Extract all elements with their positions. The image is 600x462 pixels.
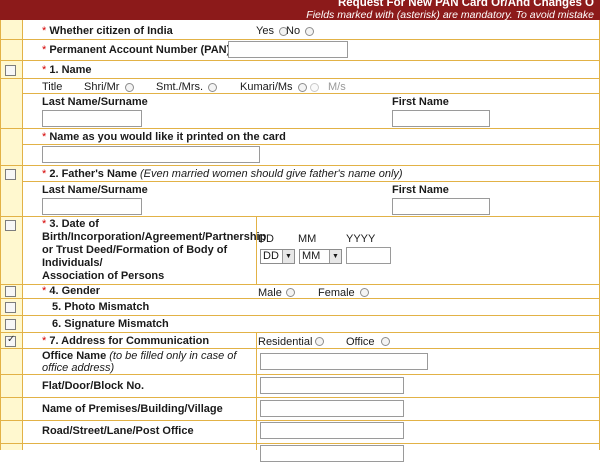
dob-line-2: Birth/Incorporation/Agreement/Partnershi… [42, 231, 267, 243]
office-name-text: Office Name [42, 350, 107, 362]
next-row-input[interactable] [260, 445, 404, 462]
father-section-text: 2. Father's Name [49, 168, 137, 180]
chevron-down-icon: ▼ [282, 250, 294, 263]
citizen-yes-label: Yes [256, 25, 274, 37]
title-shri-label: Shri/Mr [84, 81, 120, 93]
road-label: Road/Street/Lane/Post Office [42, 425, 194, 437]
premises-label: Name of Premises/Building/Village [42, 403, 223, 415]
office-name-input[interactable] [260, 353, 428, 370]
printed-name-input[interactable] [42, 146, 260, 163]
address-residential-label: Residential [258, 336, 313, 348]
father-last-name-label: Last Name/Surname [42, 184, 148, 196]
name-section-label: * 1. Name [42, 64, 92, 76]
dob-line-3: or Trust Deed/Formation of Body of [42, 244, 228, 256]
title-shri-radio[interactable] [125, 83, 134, 92]
citizen-no-label: No [286, 25, 301, 37]
father-checkbox[interactable] [5, 169, 16, 180]
asterisk: * [42, 285, 47, 297]
name-section-text: 1. Name [49, 64, 92, 76]
last-name-label: Last Name/Surname [42, 96, 148, 108]
title-kumari-radio[interactable] [298, 83, 307, 92]
dob-label: * 3. Date of Birth/Incorporation/Agreeme… [42, 218, 266, 283]
chevron-down-icon: ▼ [329, 250, 341, 263]
flat-label: Flat/Door/Block No. [42, 380, 145, 392]
address-office-radio[interactable] [381, 337, 390, 346]
dob-dd-label: DD [258, 233, 274, 245]
photo-checkbox[interactable] [5, 302, 16, 313]
asterisk: * [42, 335, 47, 347]
gender-female-label: Female [318, 287, 355, 299]
dob-checkbox[interactable] [5, 220, 16, 231]
dob-line-4: Individuals/ [42, 257, 103, 269]
dob-mm-label: MM [298, 233, 317, 245]
gender-label: * 4. Gender [42, 285, 100, 297]
gender-male-radio[interactable] [286, 288, 295, 297]
signature-mismatch-label: 6. Signature Mismatch [52, 318, 169, 330]
form-title: Request For New PAN Card Or/And Changes … [337, 0, 594, 9]
address-checkbox[interactable] [5, 334, 16, 347]
address-section-text: 7. Address for Communication [49, 335, 210, 347]
office-name-note: (to be filled only in case of [109, 350, 237, 362]
form-header: Request For New PAN Card Or/And Changes … [0, 0, 600, 21]
dob-line-5: Association of Persons [42, 270, 165, 282]
citizen-label-text: Whether citizen of India [49, 25, 173, 37]
first-name-label: First Name [392, 96, 449, 108]
office-name-line-1: Office Name (to be filled only in case o… [42, 350, 236, 362]
address-office-label: Office [346, 336, 375, 348]
father-last-name-input[interactable] [42, 198, 142, 215]
title-smt-label: Smt./Mrs. [156, 81, 204, 93]
pan-input[interactable] [228, 41, 348, 58]
road-input[interactable] [260, 422, 404, 439]
father-first-name-label: First Name [392, 184, 449, 196]
first-name-input[interactable] [392, 110, 490, 127]
dob-day-select[interactable]: DD ▼ [260, 249, 295, 264]
gender-section-text: 4. Gender [49, 285, 101, 297]
office-name-label: Office Name (to be filled only in case o… [42, 350, 236, 374]
dob-month-select[interactable]: MM ▼ [299, 249, 342, 264]
address-label: * 7. Address for Communication [42, 335, 209, 347]
father-first-name-input[interactable] [392, 198, 490, 215]
father-note: (Even married women should give father's… [140, 168, 403, 180]
title-kumari-label: Kumari/Ms [240, 81, 293, 93]
flat-input[interactable] [260, 377, 404, 394]
dob-line-1-text: 3. Date of [49, 218, 99, 230]
title-ms-label: M/s [328, 81, 346, 93]
asterisk: * [42, 168, 47, 180]
dob-day-value: DD [263, 250, 279, 262]
gender-female-radio[interactable] [360, 288, 369, 297]
name-checkbox[interactable] [5, 65, 16, 76]
asterisk: * [42, 131, 47, 143]
father-section-label: * 2. Father's Name (Even married women s… [42, 168, 403, 180]
checkbox-column [0, 20, 22, 450]
dob-year-input[interactable] [346, 247, 391, 264]
office-name-note-2: office address) [42, 362, 115, 374]
asterisk: * [42, 25, 47, 37]
dob-yyyy-label: YYYY [346, 233, 376, 245]
title-label: Title [42, 81, 63, 93]
title-ms-radio[interactable] [310, 83, 319, 92]
printed-name-label: * Name as you would like it printed on t… [42, 131, 286, 143]
asterisk: * [42, 44, 47, 56]
signature-checkbox[interactable] [5, 319, 16, 330]
gender-checkbox[interactable] [5, 286, 16, 297]
printed-name-text: Name as you would like it printed on the… [49, 131, 286, 143]
pan-label: * Permanent Account Number (PAN) [42, 44, 230, 56]
title-smt-radio[interactable] [208, 83, 217, 92]
gender-male-label: Male [258, 287, 282, 299]
asterisk: * [42, 218, 47, 230]
photo-mismatch-label: 5. Photo Mismatch [52, 301, 150, 313]
citizen-label: * Whether citizen of India [42, 25, 173, 37]
form-subtitle: Fields marked with (asterisk) are mandat… [306, 9, 594, 21]
dob-line-1: * 3. Date of [42, 218, 266, 231]
citizen-no-radio[interactable] [305, 27, 314, 36]
asterisk: * [42, 64, 47, 76]
premises-input[interactable] [260, 400, 404, 417]
address-residential-radio[interactable] [315, 337, 324, 346]
dob-month-value: MM [302, 250, 321, 262]
pan-label-text: Permanent Account Number (PAN) [49, 44, 231, 56]
last-name-input[interactable] [42, 110, 142, 127]
